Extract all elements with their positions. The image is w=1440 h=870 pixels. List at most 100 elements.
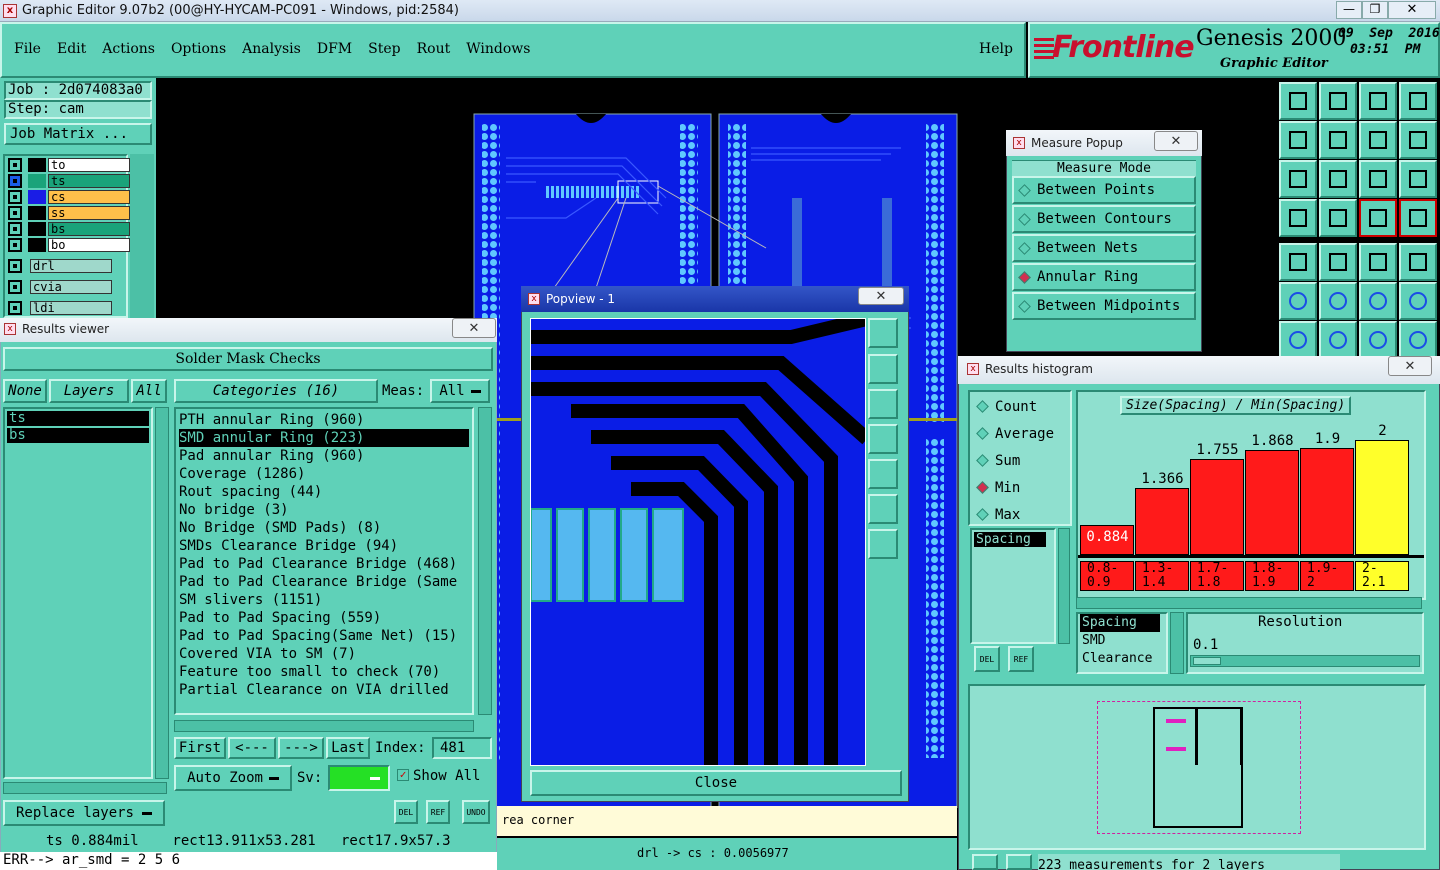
zoom-home2-icon[interactable] bbox=[1319, 82, 1357, 120]
category-item[interactable]: Feature too small to check (70) bbox=[179, 663, 469, 681]
line-icon[interactable] bbox=[1319, 243, 1357, 281]
category-item[interactable]: Covered VIA to SM (7) bbox=[179, 645, 469, 663]
layer-checkbox[interactable] bbox=[8, 205, 22, 220]
categories-button[interactable]: Categories (16) bbox=[174, 379, 378, 403]
pan-right-button[interactable] bbox=[868, 459, 898, 489]
layer-name[interactable]: bo bbox=[48, 237, 130, 252]
layer-row-drl[interactable]: drl bbox=[8, 258, 112, 273]
menu-file[interactable]: File bbox=[14, 41, 41, 57]
attr-list[interactable]: Spacing SMD Clearance bbox=[1076, 612, 1168, 674]
dot-icon[interactable] bbox=[1399, 243, 1437, 281]
category-item[interactable]: No Bridge (SMD Pads) (8) bbox=[179, 519, 469, 537]
ruler-icon[interactable] bbox=[1359, 243, 1397, 281]
layer-name[interactable]: drl bbox=[30, 258, 112, 273]
layer-name[interactable]: bs bbox=[48, 221, 130, 236]
resolution-slider-thumb[interactable] bbox=[1193, 657, 1221, 665]
cut-icon[interactable] bbox=[1399, 321, 1437, 359]
category-item[interactable]: Pad annular Ring (960) bbox=[179, 447, 469, 465]
replace-layers-dropdown[interactable]: Replace layers bbox=[3, 800, 165, 826]
result-layer-bs[interactable]: bs bbox=[7, 428, 149, 443]
tools-icon[interactable] bbox=[1279, 199, 1317, 237]
layer-row-cs[interactable]: cs bbox=[8, 189, 130, 204]
flip-icon[interactable] bbox=[1359, 121, 1397, 159]
save-icon[interactable] bbox=[1359, 82, 1397, 120]
histogram-bar[interactable] bbox=[1355, 440, 1409, 555]
histogram-del-button[interactable]: DEL bbox=[974, 646, 1000, 672]
measure-option[interactable]: Annular Ring bbox=[1012, 263, 1196, 291]
histogram-bar[interactable] bbox=[1135, 488, 1189, 555]
step-left-icon[interactable] bbox=[1279, 121, 1317, 159]
cross-icon[interactable] bbox=[1319, 282, 1357, 320]
menu-windows[interactable]: Windows bbox=[466, 41, 530, 57]
category-item[interactable]: SMDs Clearance Bridge (94) bbox=[179, 537, 469, 555]
category-item[interactable]: SMD annular Ring (223) bbox=[179, 429, 469, 447]
layer-checkbox[interactable] bbox=[8, 221, 22, 236]
popview-close-button[interactable]: Close bbox=[530, 770, 902, 796]
layer-name[interactable]: ldi bbox=[30, 300, 112, 315]
histogram-ref-button[interactable]: REF bbox=[1008, 646, 1034, 672]
meas-dropdown[interactable]: All bbox=[430, 379, 490, 403]
select-icon[interactable] bbox=[1279, 243, 1317, 281]
connect-icon[interactable] bbox=[1279, 282, 1317, 320]
category-item[interactable]: SM slivers (1151) bbox=[179, 591, 469, 609]
menu-help[interactable]: Help bbox=[979, 41, 1013, 57]
layer-results-scrollbar[interactable] bbox=[155, 407, 169, 779]
histogram-ref-bottom[interactable] bbox=[1006, 854, 1032, 870]
layer-results-hscroll[interactable] bbox=[3, 782, 167, 794]
edit-icon[interactable] bbox=[1279, 321, 1317, 359]
category-item[interactable]: Rout spacing (44) bbox=[179, 483, 469, 501]
zoom-in-button[interactable] bbox=[868, 354, 898, 384]
spacing-field-list[interactable]: Spacing bbox=[970, 528, 1056, 644]
first-button[interactable]: First bbox=[174, 737, 226, 759]
swap-icon[interactable] bbox=[1399, 121, 1437, 159]
category-item[interactable]: PTH annular Ring (960) bbox=[179, 411, 469, 429]
zoom-fit-icon[interactable] bbox=[1279, 160, 1317, 198]
histogram-hscroll[interactable] bbox=[1076, 597, 1422, 609]
category-item[interactable]: No bridge (3) bbox=[179, 501, 469, 519]
histogram-close[interactable]: ✕ bbox=[1388, 356, 1432, 376]
minimize-button[interactable]: — bbox=[1336, 1, 1362, 19]
attr-smd[interactable]: SMD bbox=[1080, 632, 1166, 650]
spacing-field-scroll[interactable] bbox=[1058, 528, 1070, 644]
menu-actions[interactable]: Actions bbox=[102, 41, 155, 57]
job-matrix-button[interactable]: Job Matrix ... bbox=[4, 123, 152, 145]
edit2-icon[interactable] bbox=[1319, 321, 1357, 359]
layer-checkbox[interactable] bbox=[8, 279, 22, 294]
layer-name[interactable]: cs bbox=[48, 189, 130, 204]
zoom-area-icon[interactable] bbox=[1319, 160, 1357, 198]
categories-list[interactable]: PTH annular Ring (960) SMD annular Ring (… bbox=[174, 407, 474, 715]
spacing-tag[interactable]: Spacing bbox=[974, 532, 1046, 547]
layer-scrollbar[interactable] bbox=[130, 154, 154, 318]
scale-1-2-icon[interactable] bbox=[1359, 160, 1397, 198]
attr-clearance[interactable]: Clearance bbox=[1080, 650, 1166, 668]
help-icon[interactable] bbox=[1399, 160, 1437, 198]
measure-option[interactable]: Between Midpoints bbox=[1012, 292, 1196, 320]
histogram-mode-average[interactable]: Average bbox=[972, 419, 1054, 448]
layer-checkbox[interactable] bbox=[8, 189, 22, 204]
popview-close-x[interactable]: ✕ bbox=[858, 287, 904, 305]
index-input[interactable]: 481 bbox=[432, 737, 492, 759]
measure-icon[interactable] bbox=[1359, 282, 1397, 320]
menu-step[interactable]: Step bbox=[368, 41, 400, 57]
menu-dfm[interactable]: DFM bbox=[317, 41, 352, 57]
zoom-home-icon[interactable] bbox=[1279, 82, 1317, 120]
window-icon[interactable] bbox=[1399, 82, 1437, 120]
del-button[interactable]: DEL bbox=[394, 800, 418, 824]
undo-button[interactable]: UNDO bbox=[462, 800, 490, 824]
prev-button[interactable]: <--- bbox=[228, 737, 276, 759]
category-item[interactable]: Partial Clearance on VIA drilled bbox=[179, 681, 469, 699]
result-layer-ts[interactable]: ts bbox=[7, 411, 149, 426]
popview-canvas[interactable] bbox=[530, 318, 866, 766]
layers-button[interactable]: Layers bbox=[49, 379, 129, 403]
histogram-bar[interactable] bbox=[1190, 459, 1244, 555]
step-right-icon[interactable] bbox=[1319, 121, 1357, 159]
ref-button[interactable]: REF bbox=[426, 800, 450, 824]
zoom-out-button[interactable] bbox=[868, 389, 898, 419]
layer-row-to[interactable]: to bbox=[8, 157, 130, 172]
layer-row-ss[interactable]: ss bbox=[8, 205, 130, 220]
histogram-del-bottom[interactable] bbox=[972, 854, 998, 870]
auto-zoom-dropdown[interactable]: Auto Zoom bbox=[174, 765, 292, 791]
snap2-icon[interactable] bbox=[1399, 199, 1437, 237]
results-viewer-close[interactable]: ✕ bbox=[452, 318, 496, 338]
attr-scroll[interactable] bbox=[1170, 612, 1184, 674]
